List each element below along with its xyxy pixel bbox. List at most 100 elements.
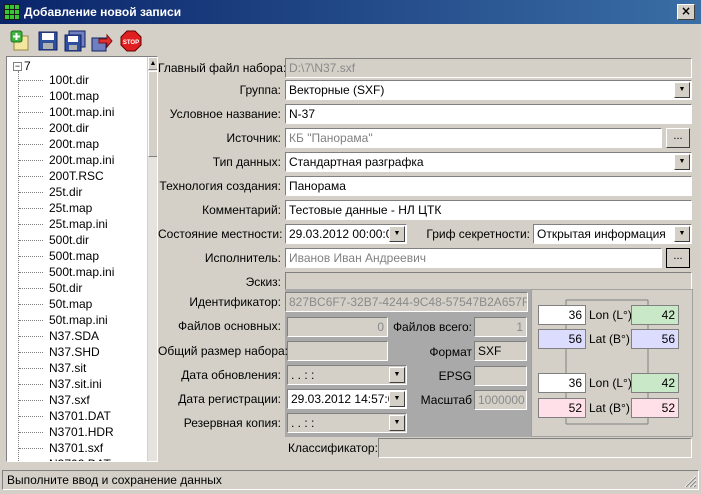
- tree-item[interactable]: 500t.map.ini: [19, 264, 114, 280]
- main-files-field: 0: [287, 317, 388, 337]
- source-input[interactable]: КБ "Панорама": [285, 128, 662, 148]
- secrecy-select[interactable]: Открытая информация ▼: [533, 224, 692, 244]
- tree-root[interactable]: −7: [13, 59, 31, 73]
- collapse-toggle-icon[interactable]: −: [13, 62, 22, 72]
- technology-label: Технология создания:: [159, 179, 281, 193]
- tree-item[interactable]: 25t.dir: [19, 184, 82, 200]
- tree-item[interactable]: N37.sit: [19, 360, 86, 376]
- dropdown-arrow-icon[interactable]: ▼: [389, 226, 405, 242]
- tree-item[interactable]: N37.sit.ini: [19, 376, 102, 392]
- dropdown-arrow-icon[interactable]: ▼: [389, 415, 405, 431]
- reg-date-label: Дата регистрации:: [178, 392, 281, 406]
- lat2-right-field[interactable]: 52: [631, 398, 679, 418]
- tree-item[interactable]: N3701.sxf: [19, 440, 103, 456]
- tree-item[interactable]: 100t.map: [19, 88, 99, 104]
- tree-item[interactable]: 200T.RSC: [19, 168, 104, 184]
- dropdown-arrow-icon[interactable]: ▼: [674, 82, 690, 98]
- lat2-left-field[interactable]: 52: [538, 398, 586, 418]
- total-files-field: 1: [474, 317, 527, 337]
- data-type-label: Тип данных:: [212, 155, 281, 169]
- lat1-right-field[interactable]: 56: [631, 329, 679, 349]
- tree-item[interactable]: 200t.map: [19, 136, 99, 152]
- tree-item[interactable]: 50t.map.ini: [19, 312, 108, 328]
- lon2-right-field[interactable]: 42: [631, 373, 679, 393]
- total-size-label: Общий размер набора:: [158, 344, 288, 358]
- lat2-label: Lat (B°): [589, 401, 630, 415]
- close-button[interactable]: ×: [677, 4, 695, 20]
- scale-label: Масштаб: [420, 393, 472, 407]
- cond-name-input[interactable]: N-37: [285, 104, 692, 124]
- tree-item[interactable]: 25t.map: [19, 200, 92, 216]
- tree-item[interactable]: N3701.HDR: [19, 424, 114, 440]
- backup-date-select[interactable]: . . : : ▼: [287, 413, 407, 433]
- resize-grip-icon[interactable]: [683, 474, 697, 488]
- data-type-value: Стандартная разграфка: [289, 155, 424, 169]
- tree-item[interactable]: 200t.dir: [19, 120, 89, 136]
- lon1-label: Lon (L°): [589, 308, 632, 322]
- export-button[interactable]: [90, 29, 114, 53]
- group-select[interactable]: Векторные (SXF) ▼: [285, 80, 692, 100]
- save-all-button[interactable]: [63, 29, 87, 53]
- save-button[interactable]: [36, 29, 60, 53]
- tree-scrollbar[interactable]: ▲: [147, 57, 157, 461]
- source-browse-button[interactable]: ...: [666, 128, 690, 148]
- add-record-button[interactable]: [9, 29, 33, 53]
- identifier-label: Идентификатор:: [189, 295, 281, 309]
- technology-input[interactable]: Панорама: [285, 176, 692, 196]
- lon2-label: Lon (L°): [589, 376, 632, 390]
- tree-item[interactable]: 50t.dir: [19, 280, 82, 296]
- tree-item[interactable]: 200t.map.ini: [19, 152, 114, 168]
- floppy-icon: [38, 31, 58, 51]
- tree-scroll-thumb[interactable]: [148, 71, 157, 157]
- performer-label: Исполнитель:: [204, 251, 281, 265]
- main-file-field: D:\7\N37.sxf: [285, 58, 692, 78]
- comment-input[interactable]: Тестовые данные - НЛ ЦТК: [285, 200, 692, 220]
- tree-item[interactable]: 500t.map: [19, 248, 99, 264]
- file-tree[interactable]: −7 100t.dir 100t.map 100t.map.ini 200t.dir 2…: [6, 56, 158, 462]
- stop-button[interactable]: STOP: [119, 29, 143, 53]
- tree-item[interactable]: N37.sxf: [19, 392, 90, 408]
- tree-item[interactable]: N37.SHD: [19, 344, 100, 360]
- update-date-select[interactable]: . . : : ▼: [287, 365, 407, 385]
- lon1-left-field[interactable]: 36: [538, 305, 586, 325]
- main-file-label: Главный файл набора:: [158, 61, 287, 75]
- main-files-label: Файлов основных:: [178, 319, 281, 333]
- add-icon: [10, 30, 29, 51]
- tree-item[interactable]: N3702.DAT: [19, 456, 111, 461]
- group-label: Группа:: [239, 83, 281, 97]
- export-arrow-icon: [91, 33, 113, 52]
- tree-item[interactable]: 500t.dir: [19, 232, 89, 248]
- dropdown-arrow-icon[interactable]: ▼: [674, 226, 690, 242]
- total-size-field: [287, 341, 388, 361]
- epsg-field: [474, 366, 527, 386]
- reg-date-select[interactable]: 29.03.2012 14:57:04 ▼: [287, 389, 407, 409]
- performer-browse-button[interactable]: ...: [666, 248, 690, 268]
- classifier-label: Классификатор:: [288, 441, 378, 455]
- group-value: Векторные (SXF): [289, 83, 385, 97]
- update-date-value: . . : :: [291, 368, 315, 382]
- tree-item[interactable]: N3701.DAT: [19, 408, 111, 424]
- scroll-up-arrow-icon[interactable]: ▲: [148, 57, 157, 70]
- data-type-select[interactable]: Стандартная разграфка ▼: [285, 152, 692, 172]
- terrain-label: Состояние местности:: [158, 227, 283, 241]
- lat1-label: Lat (B°): [589, 332, 630, 346]
- lon1-right-field[interactable]: 42: [631, 305, 679, 325]
- backup-date-value: . . : :: [291, 416, 315, 430]
- tree-root-label: 7: [24, 59, 31, 73]
- lon2-left-field[interactable]: 36: [538, 373, 586, 393]
- tree-item[interactable]: 100t.dir: [19, 72, 89, 88]
- tree-item[interactable]: 25t.map.ini: [19, 216, 108, 232]
- format-field: SXF: [474, 341, 527, 361]
- terrain-date-select[interactable]: 29.03.2012 00:00:00 ▼: [285, 224, 407, 244]
- app-grid-icon: [4, 4, 20, 20]
- tree-item[interactable]: N37.SDA: [19, 328, 99, 344]
- secrecy-label: Гриф секретности:: [426, 227, 530, 241]
- performer-input[interactable]: Иванов Иван Андреевич: [285, 248, 662, 268]
- dropdown-arrow-icon[interactable]: ▼: [674, 154, 690, 170]
- backup-label: Резервная копия:: [183, 416, 281, 430]
- stop-icon: STOP: [120, 30, 142, 52]
- tree-item[interactable]: 100t.map.ini: [19, 104, 114, 120]
- tree-item[interactable]: 50t.map: [19, 296, 92, 312]
- secrecy-value: Открытая информация: [537, 227, 666, 241]
- lat1-left-field[interactable]: 56: [538, 329, 586, 349]
